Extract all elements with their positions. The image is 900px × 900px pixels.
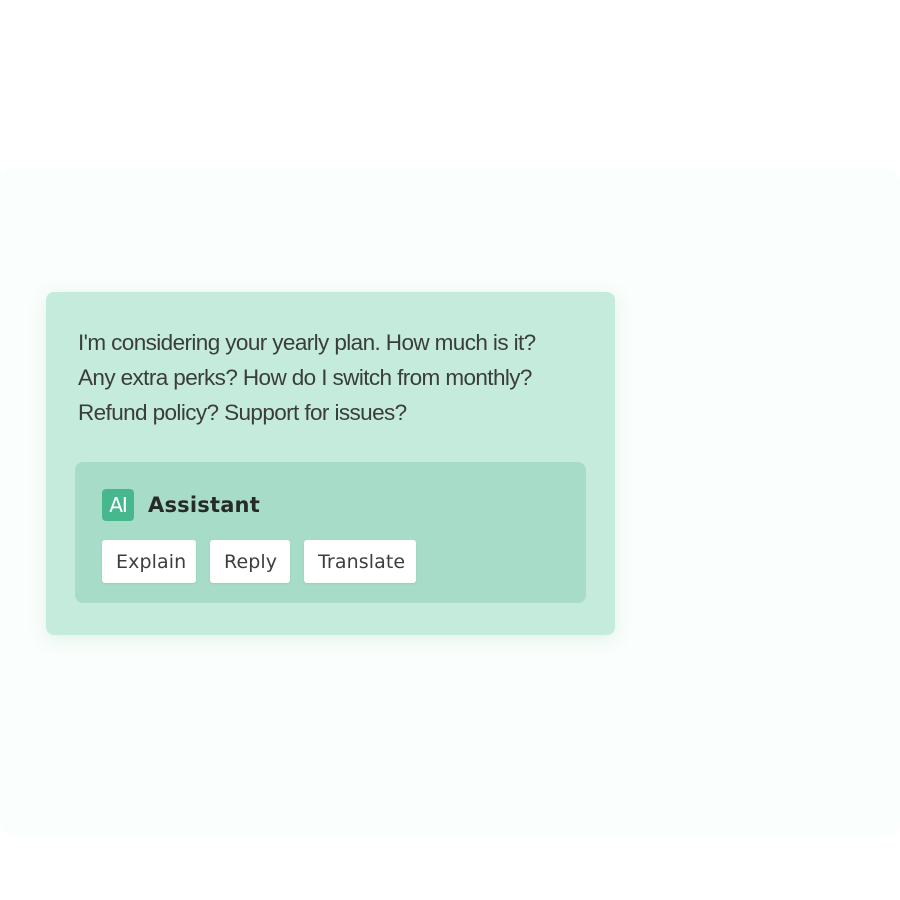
message-line: Refund policy? Support for issues? <box>78 400 407 425</box>
explain-button[interactable]: Explain <box>102 540 196 583</box>
assistant-actions: Explain Reply Translate <box>102 540 416 583</box>
reply-button[interactable]: Reply <box>210 540 290 583</box>
translate-button[interactable]: Translate <box>304 540 416 583</box>
assistant-header: AI Assistant <box>102 489 260 521</box>
ai-badge-icon: AI <box>102 489 134 521</box>
message-line: Any extra perks? How do I switch from mo… <box>78 365 532 390</box>
assistant-title: Assistant <box>148 493 260 517</box>
assistant-panel: AI Assistant Explain Reply Translate <box>75 462 586 603</box>
message-line: I'm considering your yearly plan. How mu… <box>78 330 536 355</box>
message-card: I'm considering your yearly plan. How mu… <box>46 292 615 635</box>
message-text: I'm considering your yearly plan. How mu… <box>78 325 588 430</box>
